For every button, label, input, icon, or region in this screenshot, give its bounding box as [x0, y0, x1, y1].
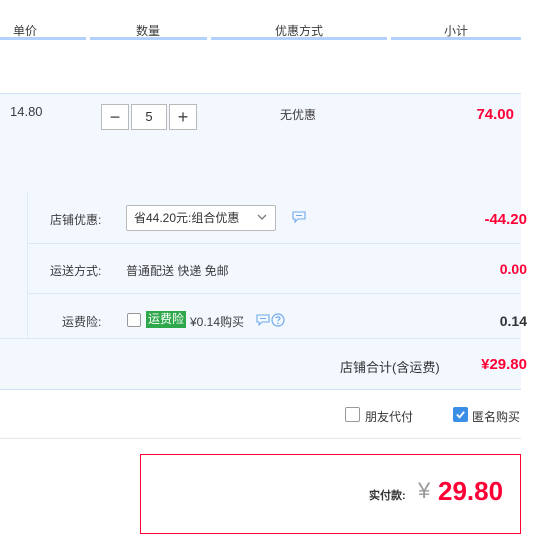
insurance-value: 0.14 — [499, 313, 527, 329]
header-rule — [90, 37, 207, 40]
friend-pay-checkbox[interactable] — [345, 407, 360, 422]
check-icon — [456, 411, 465, 419]
table-header: 单价 数量 优惠方式 小计 — [0, 0, 521, 40]
shop-discount-amount: -44.20 — [484, 211, 527, 228]
payment-amount: 29.80 — [438, 476, 504, 506]
item-discount-method: 无优惠 — [280, 108, 317, 122]
insurance-checkbox[interactable] — [127, 313, 141, 327]
section-divider — [0, 438, 521, 439]
insurance-label: 运费险: — [62, 315, 102, 329]
shipping-label: 运送方式: — [50, 264, 102, 278]
payment-label: 实付款: — [369, 490, 406, 502]
row-divider — [28, 293, 521, 294]
order-item-row — [0, 93, 521, 193]
message-icon[interactable] — [256, 314, 270, 326]
unit-price: 14.80 — [10, 104, 43, 119]
shop-total-amount: ¥29.80 — [481, 356, 527, 373]
friend-pay-label[interactable]: 朋友代付 — [365, 408, 413, 425]
shop-discount-select-value: 省44.20元:组合优惠 — [134, 211, 240, 225]
header-rule — [0, 37, 86, 40]
anonymous-label[interactable]: 匿名购买 — [472, 408, 520, 425]
insurance-price: ¥0.14购买 — [190, 315, 245, 329]
shop-discount-label: 店铺优惠: — [50, 213, 102, 227]
item-subtotal: 74.00 — [476, 106, 514, 123]
quantity-increase-button[interactable]: + — [169, 104, 197, 130]
shipping-fee: 0.00 — [499, 261, 527, 277]
row-divider — [28, 243, 521, 244]
plus-icon: + — [177, 107, 189, 127]
quantity-input[interactable]: 5 — [131, 104, 167, 130]
help-icon[interactable] — [271, 313, 285, 327]
header-rule — [211, 37, 387, 40]
row-divider — [0, 338, 521, 339]
quantity-decrease-button[interactable]: − — [101, 104, 129, 130]
anonymous-checkbox[interactable] — [453, 407, 468, 422]
panel-divider — [27, 192, 28, 338]
header-rule — [391, 37, 521, 40]
payment-currency: ¥ — [418, 478, 431, 503]
minus-icon: − — [109, 107, 121, 127]
insurance-badge: 运费险 — [146, 311, 187, 328]
shop-total-label: 店铺合计(含运费) — [340, 360, 440, 375]
row-divider — [0, 389, 521, 390]
shipping-methods: 普通配送 快递 免邮 — [126, 264, 229, 278]
shop-discount-select[interactable]: 省44.20元:组合优惠 — [126, 205, 276, 231]
chevron-down-icon — [257, 214, 267, 220]
message-icon[interactable] — [292, 211, 306, 223]
